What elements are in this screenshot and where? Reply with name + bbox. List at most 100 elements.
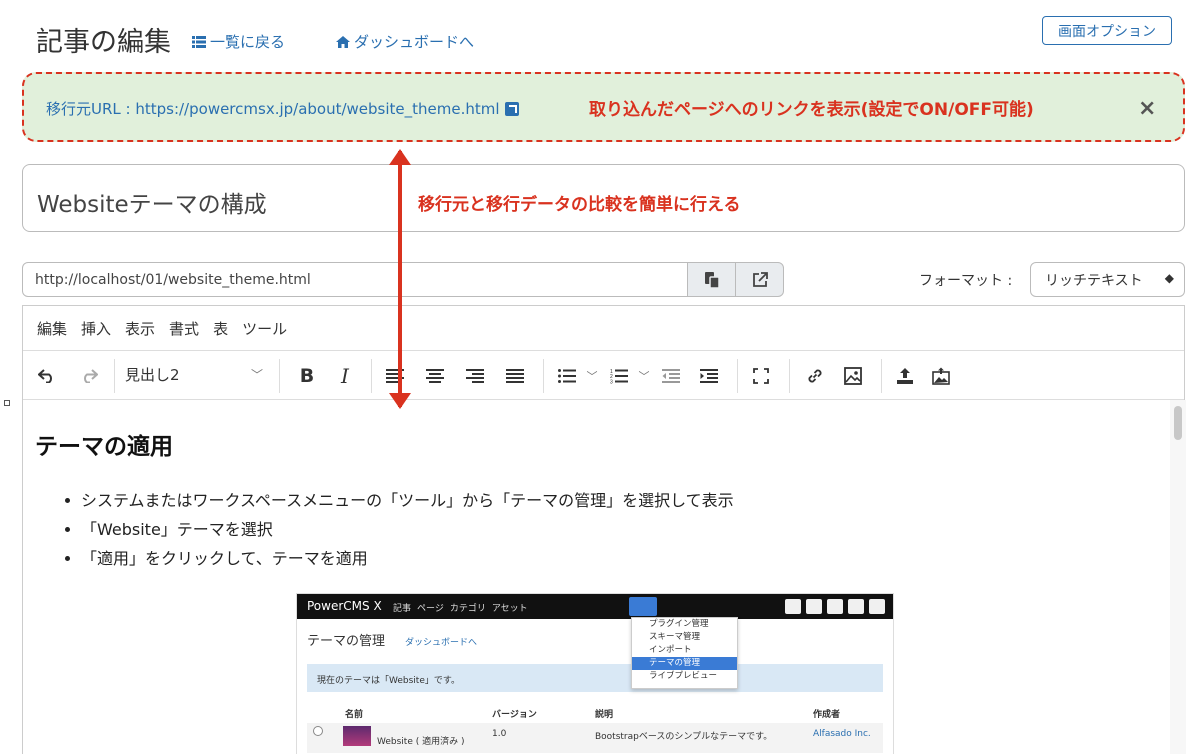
- screen-options-button[interactable]: 画面オプション: [1042, 16, 1172, 45]
- embedded-cell-version: 1.0: [492, 729, 507, 739]
- menu-tools[interactable]: ツール: [242, 318, 287, 339]
- menu-format[interactable]: 書式: [169, 318, 199, 339]
- double-arrow-annotation: [389, 149, 411, 409]
- copy-url-button[interactable]: [687, 262, 736, 297]
- embedded-dropdown-item: ライブプレビュー: [649, 671, 718, 681]
- block-format-select[interactable]: 見出し2: [125, 364, 180, 385]
- menu-table[interactable]: 表: [213, 318, 228, 339]
- outdent-icon[interactable]: [659, 364, 683, 388]
- side-marker: [4, 400, 10, 406]
- embedded-radio: [313, 726, 323, 736]
- embedded-nav-tools-icon: [629, 597, 657, 616]
- back-to-list-label: 一覧に戻る: [210, 33, 286, 51]
- menu-insert[interactable]: 挿入: [81, 318, 111, 339]
- indent-icon[interactable]: [697, 364, 721, 388]
- copy-icon: [704, 271, 720, 289]
- redo-icon[interactable]: [77, 364, 101, 388]
- editor-content[interactable]: テーマの適用 システムまたはワークスペースメニューの「ツール」から「テーマの管理…: [23, 400, 1170, 754]
- embedded-col-version: バージョン: [492, 710, 537, 720]
- format-label: フォーマット :: [919, 273, 1013, 289]
- source-url-alert: 移行元URL : https://powercmsx.jp/about/webs…: [22, 72, 1185, 142]
- editor-toolbar: 見出し2 ﹀ B I ﹀ 123 ﹀: [23, 350, 1184, 400]
- editor-menubar: 編集 挿入 表示 書式 表 ツール: [23, 306, 1184, 350]
- content-heading: テーマの適用: [35, 434, 173, 460]
- back-to-list-link[interactable]: 一覧に戻る: [192, 31, 285, 52]
- source-url-link[interactable]: 移行元URL : https://powercmsx.jp/about/webs…: [46, 98, 519, 119]
- menu-edit[interactable]: 編集: [37, 318, 67, 339]
- embedded-nav-button: [827, 599, 843, 614]
- source-url-label: 移行元URL : https://powercmsx.jp/about/webs…: [46, 100, 500, 118]
- editor-scrollbar[interactable]: [1170, 400, 1186, 754]
- embedded-col-name: 名前: [345, 710, 364, 720]
- numbered-list-icon[interactable]: 123: [607, 364, 631, 388]
- toolbar-divider: [789, 359, 790, 393]
- content-bullet-list: システムまたはワークスペースメニューの「ツール」から「テーマの管理」を選択して表…: [63, 486, 734, 573]
- scrollbar-thumb[interactable]: [1174, 406, 1182, 440]
- embedded-dropdown-item-selected: テーマの管理: [632, 657, 737, 670]
- embedded-dropdown-item: インポート: [649, 645, 692, 655]
- align-right-icon[interactable]: [463, 364, 487, 388]
- source-url-annotation: 取り込んだページへのリンクを表示(設定でON/OFF可能): [589, 100, 1034, 120]
- list-item: システムまたはワークスペースメニューの「ツール」から「テーマの管理」を選択して表…: [63, 486, 734, 515]
- italic-icon[interactable]: I: [333, 364, 357, 388]
- embedded-nav-button: [785, 599, 801, 614]
- fullscreen-icon[interactable]: [749, 364, 773, 388]
- embedded-table-header: 名前 バージョン 説明 作成者: [307, 704, 883, 722]
- embedded-nav-items: 記事 ページ カテゴリ アセット: [393, 601, 528, 614]
- embedded-nav-item: アセット: [491, 604, 528, 614]
- embedded-info-alert: 現在のテーマは「Website」です。: [307, 664, 883, 692]
- embedded-nav-item: ページ: [417, 604, 444, 614]
- select-caret-icon: ◆: [1164, 271, 1174, 285]
- external-link-icon: [752, 271, 768, 287]
- toolbar-divider: [114, 359, 115, 393]
- home-icon: [336, 35, 350, 48]
- embedded-page-title: テーマの管理: [307, 634, 386, 649]
- embedded-nav-buttons: [785, 599, 885, 614]
- chevron-down-icon[interactable]: ﹀: [637, 364, 651, 388]
- close-icon[interactable]: ×: [1138, 96, 1156, 121]
- link-icon[interactable]: [803, 364, 827, 388]
- menu-view[interactable]: 表示: [125, 318, 155, 339]
- page-title: 記事の編集: [36, 27, 171, 58]
- list-item: 「適用」をクリックして、テーマを適用: [63, 544, 734, 573]
- chevron-down-icon: ﹀: [251, 368, 264, 382]
- embedded-cell-name: Website ( 適用済み ): [377, 737, 465, 747]
- embedded-cell-description: Bootstrapベースのシンプルなテーマです。: [595, 732, 773, 742]
- bullet-list-icon[interactable]: [555, 364, 579, 388]
- embedded-nav-item: 記事: [393, 604, 412, 614]
- open-url-button[interactable]: [735, 262, 784, 297]
- bold-icon[interactable]: B: [295, 364, 319, 388]
- external-link-icon: [504, 101, 519, 116]
- toolbar-divider: [881, 359, 882, 393]
- embedded-theme-thumbnail: [343, 726, 371, 746]
- embedded-cell-author: Alfasado Inc.: [813, 729, 871, 739]
- format-select[interactable]: リッチテキスト ◆: [1030, 262, 1185, 297]
- embedded-screenshot: PowerCMS X 記事 ページ カテゴリ アセット テーマの管理 ダッシュボ…: [296, 593, 894, 754]
- embedded-col-author: 作成者: [813, 710, 841, 720]
- permalink-input[interactable]: http://localhost/01/website_theme.html: [22, 262, 688, 297]
- page-header: 記事の編集 一覧に戻る ダッシュボードへ 画面オプション: [0, 0, 1200, 70]
- dashboard-link[interactable]: ダッシュボードへ: [336, 31, 474, 52]
- undo-icon[interactable]: [35, 364, 59, 388]
- image-icon[interactable]: [841, 364, 865, 388]
- upload-icon[interactable]: [893, 364, 917, 388]
- dashboard-label: ダッシュボードへ: [354, 33, 475, 51]
- embedded-nav-item: カテゴリ: [449, 604, 486, 614]
- table-row: Website ( 適用済み ) 1.0 Bootstrapベースのシンプルなテ…: [307, 723, 883, 753]
- embedded-nav-button: [848, 599, 864, 614]
- embedded-nav-button: [806, 599, 822, 614]
- align-justify-icon[interactable]: [503, 364, 527, 388]
- list-icon: [192, 35, 206, 48]
- toolbar-divider: [737, 359, 738, 393]
- align-center-icon[interactable]: [423, 364, 447, 388]
- chevron-down-icon[interactable]: ﹀: [585, 364, 599, 388]
- embedded-dropdown-menu: プラグイン管理 スキーマ管理 インポート テーマの管理 ライブプレビュー: [631, 617, 738, 689]
- embedded-dropdown-item: スキーマ管理: [649, 632, 701, 642]
- embedded-brand: PowerCMS X: [307, 599, 382, 613]
- format-selected-value: リッチテキスト: [1045, 272, 1143, 289]
- upload-image-icon[interactable]: [929, 364, 953, 388]
- embedded-dropdown-item: プラグイン管理: [649, 619, 709, 629]
- list-item: 「Website」テーマを選択: [63, 515, 734, 544]
- embedded-nav-button: [869, 599, 885, 614]
- permalink-value: http://localhost/01/website_theme.html: [35, 272, 311, 288]
